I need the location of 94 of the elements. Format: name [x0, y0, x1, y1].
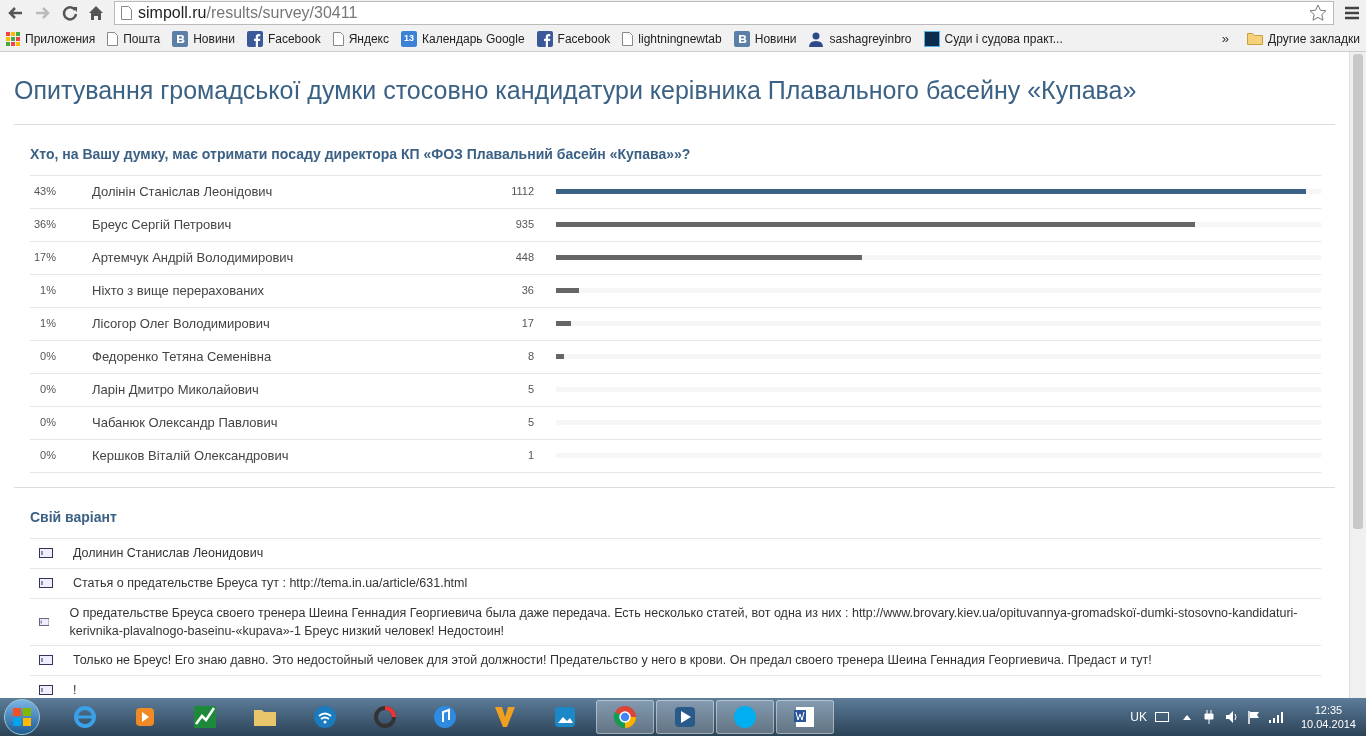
percent-text: 36%: [32, 217, 57, 233]
scrollbar-thumb[interactable]: [1353, 54, 1363, 529]
language-indicator[interactable]: UK: [1130, 708, 1147, 726]
page-icon: [107, 31, 119, 46]
apps-grid-icon: [6, 31, 20, 46]
bookmark-link[interactable]: Суди і судова практ...: [923, 29, 1063, 48]
answer-text: Статья о предательстве Бреуса тут : http://tema.in.ua/article/631.html: [73, 575, 468, 592]
bookmark-link[interactable]: Новини: [733, 29, 797, 48]
letter-f-square-icon: [536, 30, 553, 47]
home-icon[interactable]: [88, 5, 104, 21]
bookmark-link[interactable]: 13 Календарь Google: [401, 29, 525, 48]
answer-text: О предательстве Бреуса своего тренера Шеина Геннадия Георгиевича была даже передача. Есть несколько статей, вот одна из них : http://www.brovary.kiev.ua/opituvannya-gromadskoї-dumki-stosovno-kandidaturi-kerivnika-plavalnogo-baseinu-«kupava»-1 Бреус низкий человек! Недостоин!: [69, 604, 1299, 640]
bookmark-link[interactable]: Facebook: [246, 29, 321, 48]
address-bar[interactable]: simpoll.ru/results/survey/30411: [114, 1, 1334, 25]
ring-icon: [372, 704, 398, 730]
percent-text: 0%: [39, 382, 57, 398]
text-field-icon: [39, 548, 53, 558]
candidate-name: Ларін Дмитро Миколайович: [92, 380, 260, 399]
bookmark-link[interactable]: lightningnewtab: [622, 29, 722, 48]
star-icon[interactable]: [1309, 4, 1327, 22]
photo-icon: [552, 704, 578, 730]
answer-text: Долинин Станислав Леонидович: [73, 545, 264, 562]
vote-count: 36: [520, 283, 534, 299]
folder-icon: [1247, 32, 1264, 45]
percent-text: 0%: [39, 415, 57, 431]
page-icon: [332, 31, 344, 46]
vote-count: 5: [526, 415, 534, 431]
play-icon: [672, 704, 698, 730]
line-chart-icon: [192, 704, 218, 730]
text-field-icon: [39, 578, 53, 588]
bookmark-link[interactable]: sashagreyinbro: [808, 29, 912, 48]
bookmarks-overflow-button[interactable]: »: [1221, 28, 1230, 49]
chrome-logo-icon: [612, 704, 638, 730]
bookmark-link[interactable]: Facebook: [536, 29, 611, 48]
wifi-icon: [312, 704, 338, 730]
bookmark-link[interactable]: Приложения: [6, 29, 96, 48]
signal-icon[interactable]: [1268, 711, 1285, 723]
vote-count: 1: [526, 448, 534, 464]
candidate-name: Федоренко Тетяна Семенівна: [92, 347, 273, 366]
vote-count: 1112: [510, 184, 534, 200]
candidate-name: Чабанюк Олександр Павлович: [92, 413, 279, 432]
flag-icon[interactable]: [1246, 710, 1261, 724]
percent-text: 0%: [39, 349, 57, 365]
vote-count: 935: [514, 217, 534, 233]
e-logo-icon: [72, 704, 98, 730]
keyboard-icon[interactable]: [1154, 712, 1169, 722]
text-field-icon: [39, 616, 50, 627]
candidate-name: Ніхто з вище перерахованих: [92, 281, 266, 300]
power-plug-icon[interactable]: [1202, 710, 1215, 724]
percent-text: 17%: [32, 250, 57, 266]
bookmark-link[interactable]: Новини: [172, 29, 235, 48]
show-hidden-icons-icon[interactable]: [1182, 714, 1191, 720]
bookmark-link[interactable]: Яндекс: [332, 29, 389, 48]
answer-text: Только не Бреус! Его знаю давно. Это недостойный человек для этой должности! Предательство у него в крови. Он предал своего тренера Шеина Геннадия Георгиевича. Предаст и тут!: [73, 652, 1152, 669]
survey-title: Опитування громадської думки стосовно кандидатури керівника Плавального басейну «Купава»: [14, 72, 1335, 125]
percent-text: 0%: [39, 448, 57, 464]
answer-text: !: [73, 682, 77, 698]
windows-logo-icon: [13, 708, 31, 726]
url-text: simpoll.ru/results/survey/30411: [138, 3, 358, 23]
back-icon[interactable]: [6, 5, 24, 21]
letter-b-square-icon: [733, 30, 750, 47]
taskbar-app-button[interactable]: [776, 700, 834, 734]
page-icon: [121, 6, 132, 20]
letter-f-square-icon: [246, 30, 263, 47]
candidate-name: Кершков Віталій Олександрович: [92, 446, 290, 465]
speaker-icon[interactable]: [1224, 710, 1239, 724]
bookmark-link[interactable]: Пошта: [107, 29, 161, 48]
candidate-name: Долінін Станіслав Леонідович: [92, 182, 274, 201]
other-bookmarks-button[interactable]: Другие закладки: [1247, 29, 1360, 48]
text-field-icon: [39, 685, 53, 695]
percent-text: 1%: [39, 283, 57, 299]
scrollbar[interactable]: [1349, 52, 1366, 698]
menu-icon[interactable]: [1344, 6, 1360, 20]
reload-icon[interactable]: [62, 5, 78, 21]
candidate-name: Артемчук Андрій Володимирович: [92, 248, 295, 267]
person-icon: [808, 30, 825, 47]
text-field-icon: [39, 655, 53, 665]
vote-count: 5: [526, 382, 534, 398]
question-title: Хто, на Вашу думку, має отримати посаду директора КП «ФОЗ Плавальний басейн «Купава»»?: [30, 144, 692, 164]
letter-b-square-icon: [172, 30, 189, 47]
taskbar-app-button[interactable]: [656, 700, 714, 734]
percent-text: 43%: [32, 184, 57, 200]
clock[interactable]: 12:35 10.04.2014: [1300, 703, 1356, 731]
calendar-icon: 13: [401, 30, 417, 47]
v-logo-icon: [492, 704, 518, 730]
start-button[interactable]: [4, 699, 40, 735]
vote-count: 8: [526, 349, 534, 365]
page-icon: [622, 31, 634, 46]
candidate-name: Лісогор Олег Володимирович: [92, 314, 271, 333]
vote-count: 448: [514, 250, 534, 266]
candidate-name: Бреус Сергій Петрович: [92, 215, 233, 234]
vote-count: 17: [520, 316, 534, 332]
section-title: Свій варіант: [30, 507, 118, 527]
percent-text: 1%: [39, 316, 57, 332]
